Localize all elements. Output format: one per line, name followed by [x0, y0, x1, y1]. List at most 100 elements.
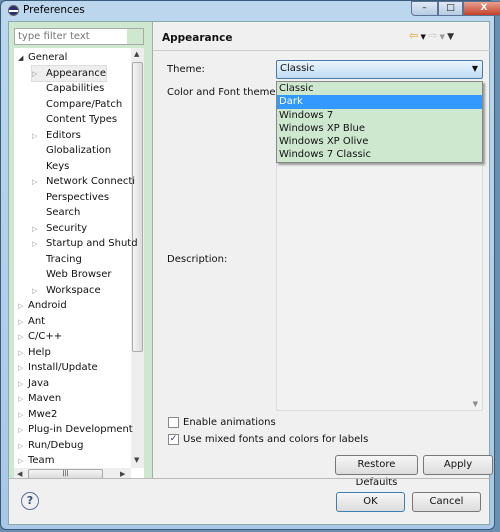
ok-button[interactable]: OK — [336, 492, 405, 512]
tree-item[interactable]: ▷ Team — [18, 453, 54, 468]
tree-item[interactable]: ▷ Workspace — [32, 283, 101, 298]
tree-item[interactable]: Perspectives — [32, 190, 109, 205]
view-menu-icon[interactable]: ▼ — [447, 32, 454, 42]
tree-item-label: Mwe2 — [28, 408, 58, 420]
tree-item[interactable]: ▷ Plug-in Development — [18, 422, 133, 437]
tree-item-label: Appearance — [46, 67, 107, 79]
tree-vertical-scrollbar[interactable]: ▲ ▼ — [131, 48, 144, 468]
expand-icon[interactable]: ▷ — [18, 361, 28, 376]
tree-item[interactable]: Tracing — [32, 252, 82, 267]
tree-item[interactable]: ▷ Network Connecti — [32, 174, 135, 189]
expand-icon[interactable]: ▷ — [32, 129, 42, 144]
tree-item-label: Team — [28, 455, 55, 466]
theme-option[interactable]: Classic — [277, 82, 482, 95]
tree-item[interactable]: Web Browser — [32, 267, 112, 282]
mixed-fonts-label[interactable]: Use mixed fonts and colors for labels — [183, 434, 368, 445]
sidebar: ▲ ▼ ◀ ||| ▶ ◢General▷AppearanceCapabilit… — [9, 22, 152, 480]
tree-item-label: Compare/Patch — [46, 98, 123, 110]
expand-icon[interactable]: ▷ — [18, 346, 28, 361]
theme-label: Theme: — [167, 64, 205, 75]
expand-icon[interactable]: ▷ — [32, 67, 42, 82]
tree-item[interactable]: ▷ Help — [18, 345, 51, 360]
tree-item-label: Maven — [28, 393, 62, 404]
expand-icon[interactable]: ▷ — [18, 330, 28, 345]
tree-item-label: Ant — [28, 315, 46, 327]
expand-icon[interactable]: ▷ — [18, 439, 28, 454]
expand-icon[interactable]: ▷ — [18, 377, 28, 392]
expand-icon[interactable]: ▷ — [18, 423, 28, 438]
tree-item-label: Web Browser — [46, 269, 112, 280]
eclipse-icon — [8, 5, 19, 16]
restore-defaults-button[interactable]: Restore Defaults — [335, 455, 418, 488]
forward-menu-icon[interactable]: ▼ — [437, 33, 447, 41]
tree-item-label: Editors — [46, 129, 81, 141]
tree-item[interactable]: Capabilities — [32, 81, 104, 96]
tree-item-label: Java — [28, 377, 50, 389]
preferences-window: Preferences – □ X ▲ ▼ ◀ ||| ▶ ◢General▷A… — [0, 0, 500, 530]
theme-option[interactable]: Dark — [277, 95, 482, 109]
maximize-button[interactable]: □ — [438, 1, 463, 16]
scroll-left-icon[interactable]: ◀ — [17, 470, 22, 478]
minimize-button[interactable]: – — [411, 1, 438, 16]
tree-item-label: Plug-in Development — [28, 424, 133, 435]
tree-item[interactable]: ▷ Startup and Shutd — [32, 236, 138, 251]
tree-item-label: Workspace — [46, 284, 101, 296]
tree-item[interactable]: Search — [32, 205, 80, 220]
cancel-button[interactable]: Cancel — [412, 492, 481, 512]
theme-option[interactable]: Windows 7 — [277, 109, 482, 122]
expand-icon[interactable]: ▷ — [32, 175, 42, 190]
filter-input[interactable] — [14, 28, 144, 45]
tree-item[interactable]: Content Types — [32, 112, 117, 127]
expand-icon[interactable]: ▷ — [32, 222, 42, 237]
theme-select[interactable]: Classic ▼ — [276, 60, 483, 79]
back-menu-icon[interactable]: ▼ — [418, 33, 428, 41]
tree-item[interactable]: ◢ General — [18, 50, 67, 65]
tree-item-label: Install/Update — [28, 362, 98, 373]
scroll-down-icon[interactable]: ▼ — [134, 456, 139, 464]
expand-icon[interactable]: ▷ — [18, 392, 28, 407]
tree-item[interactable]: Keys — [32, 159, 69, 174]
close-button[interactable]: X — [463, 1, 500, 16]
tree-item-label: Network Connecti — [46, 176, 136, 187]
scroll-right-icon[interactable]: ▶ — [120, 470, 125, 478]
tree-item[interactable]: ▷ C/C++ — [18, 329, 62, 344]
expand-icon[interactable]: ▷ — [18, 408, 28, 423]
scroll-thumb[interactable] — [132, 62, 143, 352]
scroll-up-icon[interactable]: ▲ — [134, 50, 139, 58]
tree-item-label: Content Types — [46, 114, 118, 125]
tree-item[interactable]: ▷ Security — [32, 221, 87, 236]
theme-option[interactable]: Windows XP Blue — [277, 122, 482, 135]
expand-icon[interactable]: ▷ — [32, 237, 42, 252]
tree-item[interactable]: Globalization — [32, 143, 111, 158]
forward-icon[interactable]: ⇨ — [428, 29, 437, 42]
mixed-fonts-checkbox[interactable]: ✓ — [168, 434, 179, 445]
apply-button[interactable]: Apply — [423, 455, 493, 475]
theme-option[interactable]: Windows 7 Classic — [277, 148, 482, 161]
expand-icon[interactable]: ▷ — [18, 454, 28, 469]
page-title: Appearance — [162, 32, 233, 44]
preference-page: Appearance ⇦ ▼ ⇨ ▼ ▼ Theme: Color and Fo… — [153, 22, 493, 488]
tree-item[interactable]: ▷ Run/Debug — [18, 438, 83, 453]
tree-item[interactable]: ▷ Editors — [32, 128, 81, 143]
collapse-icon[interactable]: ◢ — [18, 51, 28, 66]
expand-icon[interactable]: ▷ — [32, 284, 42, 299]
description-label: Description: — [167, 254, 228, 265]
expand-icon[interactable]: ▷ — [18, 315, 28, 330]
clear-filter-button[interactable] — [127, 29, 143, 44]
back-icon[interactable]: ⇦ — [409, 29, 418, 42]
theme-dropdown-list: Classic Dark Windows 7 Windows XP Blue Windo… — [276, 81, 483, 163]
help-icon[interactable]: ? — [21, 492, 39, 510]
enable-animations-label[interactable]: Enable animations — [183, 417, 276, 428]
tree-item[interactable]: ▷ Mwe2 — [18, 407, 57, 422]
tree-item[interactable]: Compare/Patch — [32, 97, 122, 112]
tree-item[interactable]: ▷ Android — [18, 298, 67, 313]
tree-item-label: Run/Debug — [28, 439, 84, 451]
tree-item[interactable]: ▷ Install/Update — [18, 360, 98, 375]
theme-option[interactable]: Windows XP Olive — [277, 135, 482, 148]
enable-animations-checkbox[interactable] — [168, 417, 179, 428]
tree-item[interactable]: ▷ Java — [18, 376, 49, 391]
expand-icon[interactable]: ▷ — [18, 299, 28, 314]
tree-item[interactable]: ▷ Appearance — [30, 64, 108, 82]
tree-item[interactable]: ▷ Ant — [18, 314, 45, 329]
tree-item[interactable]: ▷ Maven — [18, 391, 61, 406]
